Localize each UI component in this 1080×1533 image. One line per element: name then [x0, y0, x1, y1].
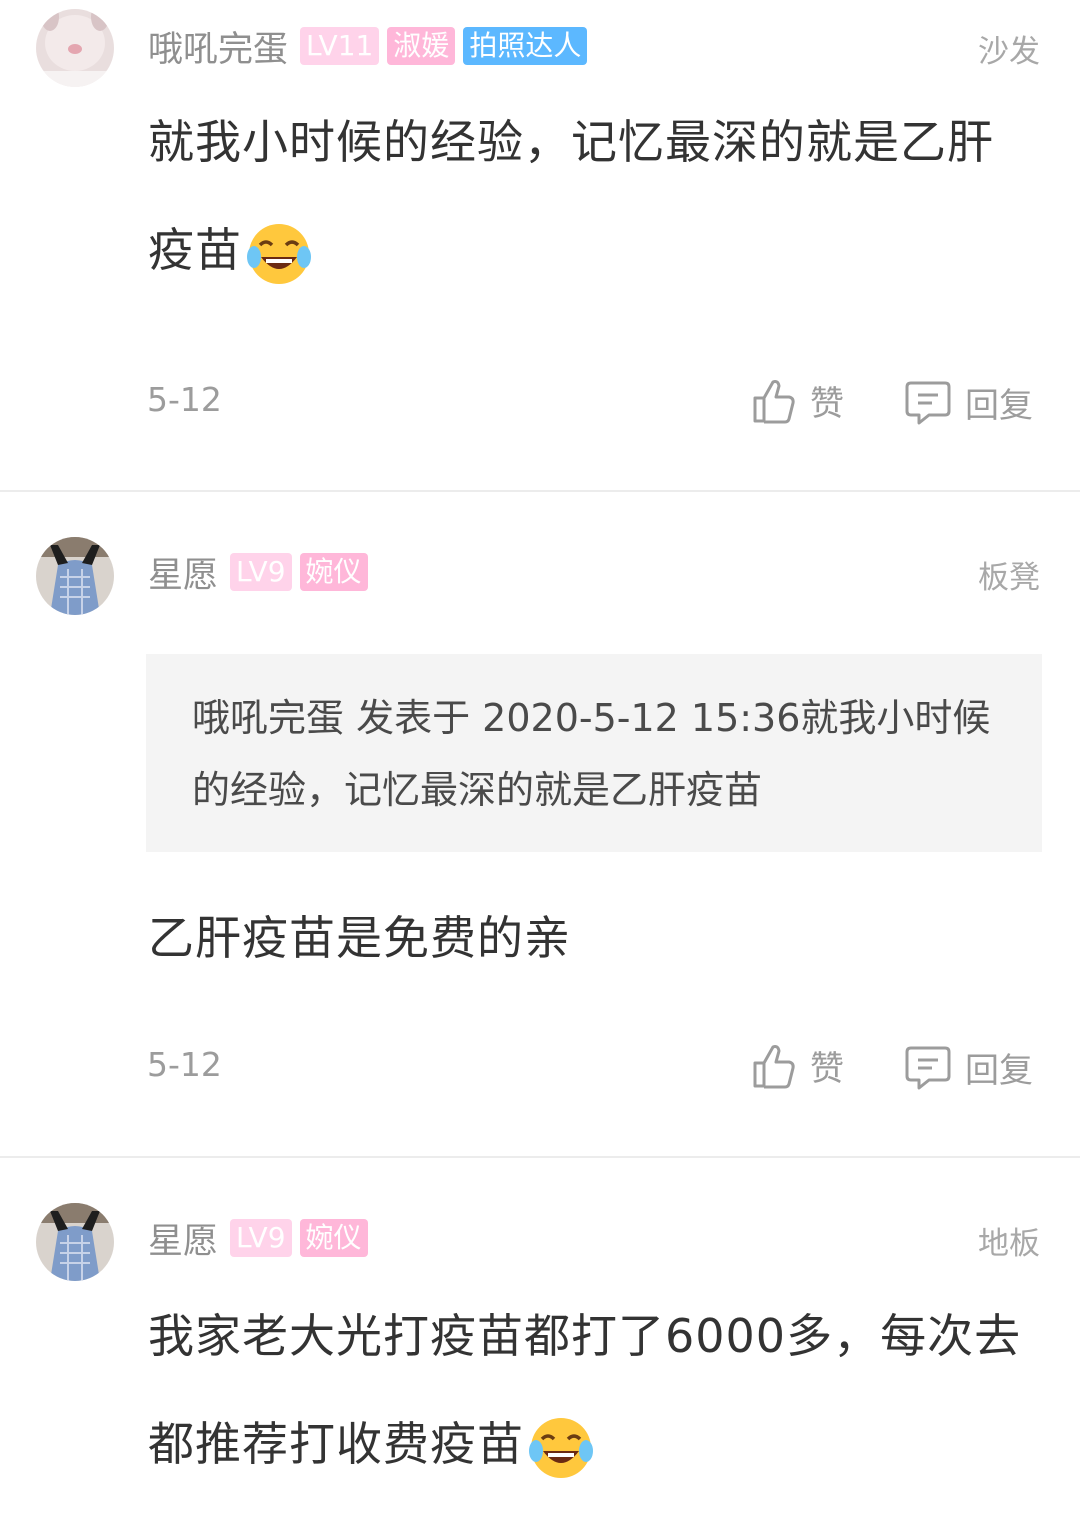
comment-date: 5-12	[147, 380, 222, 419]
like-button[interactable]: 赞	[752, 1041, 844, 1090]
reply-label: 回复	[965, 1051, 1033, 1091]
laughing-crying-emoji	[529, 1417, 593, 1478]
reply-button[interactable]: 回复	[905, 1043, 1033, 1092]
username[interactable]: 星愿	[148, 1213, 218, 1264]
floor-label: 板凳	[978, 560, 1040, 596]
like-label: 赞	[810, 1049, 844, 1089]
reply-button[interactable]: 回复	[905, 378, 1033, 427]
like-button[interactable]: 赞	[752, 376, 844, 425]
user-info: 星愿 LV9 婉仪	[148, 550, 368, 596]
comment-text: 乙肝疫苗是免费的亲	[148, 911, 571, 965]
thumbs-up-icon	[753, 379, 795, 423]
floor-label: 沙发	[978, 34, 1040, 70]
like-label: 赞	[810, 384, 844, 424]
special-badge: 拍照达人	[463, 27, 588, 65]
comment-item: 星愿 LV9 婉仪 板凳 哦吼完蛋 发表于 2020-5-12 15:36就我小…	[0, 492, 1080, 1156]
comment-text: 我家老大光打疫苗都打了6000多，每次去都推荐打收费疫苗	[148, 1282, 1028, 1498]
level-badge: LV11	[300, 27, 380, 65]
level-badge: LV9	[230, 553, 292, 591]
title-badge: 婉仪	[299, 553, 368, 591]
reply-label: 回复	[965, 386, 1033, 426]
comment-date: 5-12	[147, 1045, 222, 1084]
comment-item: 星愿 LV9 婉仪 地板 我家老大光打疫苗都打了6000多，每次去都推荐打收费疫…	[0, 1158, 1080, 1533]
username[interactable]: 哦吼完蛋	[148, 21, 288, 72]
comment-item: 哦吼完蛋 LV11 淑媛 拍照达人 沙发 就我小时候的经验，记忆最深的就是乙肝疫…	[0, 0, 1080, 490]
avatar[interactable]	[36, 537, 114, 615]
floor-label: 地板	[978, 1226, 1040, 1262]
level-badge: LV9	[230, 1219, 292, 1257]
user-info: 哦吼完蛋 LV11 淑媛 拍照达人	[148, 24, 588, 70]
user-info: 星愿 LV9 婉仪	[148, 1216, 368, 1262]
thumbs-up-icon	[753, 1044, 795, 1088]
title-badge: 淑媛	[387, 27, 456, 65]
comment-bubble-icon	[905, 381, 951, 424]
username[interactable]: 星愿	[148, 547, 218, 598]
avatar[interactable]	[36, 1203, 114, 1281]
comment-bubble-icon	[905, 1046, 951, 1089]
quoted-comment[interactable]: 哦吼完蛋 发表于 2020-5-12 15:36就我小时候的经验，记忆最深的就是…	[146, 654, 1042, 852]
laughing-crying-emoji	[247, 223, 311, 284]
comment-text: 就我小时候的经验，记忆最深的就是乙肝疫苗	[148, 88, 1028, 304]
title-badge: 婉仪	[299, 1219, 368, 1257]
avatar[interactable]	[36, 9, 114, 87]
